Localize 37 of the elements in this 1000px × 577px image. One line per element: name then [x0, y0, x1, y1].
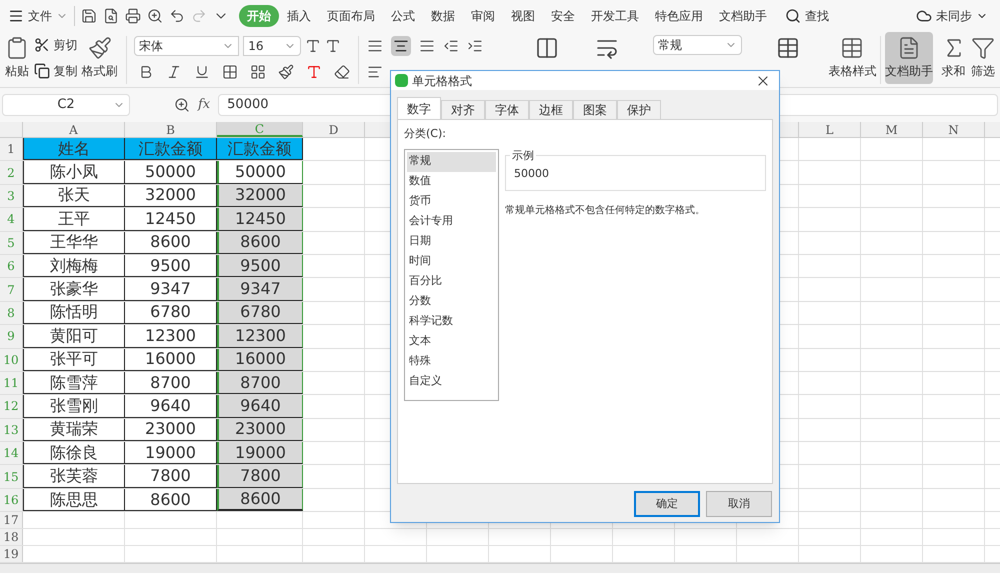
- header-cell: 姓名: [23, 138, 125, 160]
- table-cell: 王平: [23, 208, 125, 231]
- table-cell: 9500: [217, 254, 303, 278]
- table-cell: 12300: [217, 325, 303, 348]
- table-cell: 陈徐良: [23, 442, 125, 464]
- header-cell: 汇款金额: [125, 138, 217, 160]
- dialog-title: 单元格格式: [412, 72, 472, 90]
- table-cell: 8600: [217, 488, 303, 512]
- table-cell: 8600: [217, 232, 303, 254]
- sample-value: 50000: [514, 166, 549, 182]
- table-cell: 7800: [217, 465, 303, 488]
- table-cell: 王华华: [23, 232, 125, 254]
- table-cell: 8700: [217, 372, 303, 394]
- table-cell: 陈思思: [23, 488, 125, 512]
- table-cell: 张豪华: [23, 278, 125, 301]
- table-cell: 张雪刚: [23, 395, 125, 418]
- table-cell: 9347: [217, 278, 303, 301]
- table-cell: 张芙蓉: [23, 465, 125, 488]
- table-cell: 12450: [217, 208, 303, 231]
- table-cell: 23000: [217, 418, 303, 442]
- table-cell: 32000: [217, 184, 303, 208]
- table-cell: 陈恬明: [23, 302, 125, 324]
- format-description: 常规单元格格式不包含任何特定的数字格式。: [505, 204, 706, 218]
- table-cell: 刘梅梅: [23, 254, 125, 278]
- table-cell: 50000: [217, 161, 303, 184]
- table-cell: 陈小凤: [23, 161, 125, 184]
- table-cell: 陈雪萍: [23, 372, 125, 394]
- table-cell: 黄阳可: [23, 325, 125, 348]
- category-label: 分类(C):: [404, 126, 447, 142]
- table-cell: 19000: [217, 442, 303, 464]
- table-cell: 黄瑞荣: [23, 418, 125, 442]
- table-cell: 张平可: [23, 348, 125, 371]
- table-cell: 张天: [23, 184, 125, 208]
- table-cell: 6780: [217, 302, 303, 324]
- table-cell: 16000: [217, 348, 303, 371]
- header-cell: 汇款金额: [217, 138, 303, 160]
- table-cell: 9640: [217, 395, 303, 418]
